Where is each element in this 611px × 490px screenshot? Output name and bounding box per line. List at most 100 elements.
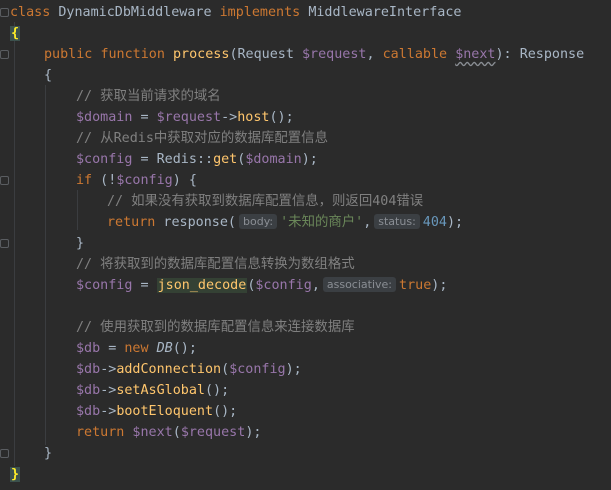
punctuation: ();: [213, 404, 238, 419]
operator: ->: [100, 362, 117, 377]
code-editor[interactable]: class DynamicDbMiddleware implements Mid…: [0, 0, 611, 490]
method-name: setAsGlobal: [116, 383, 205, 398]
code-line-3[interactable]: public function process(Request $request…: [44, 44, 584, 65]
code-line-14[interactable]: $config = json_decode($config, associativ…: [76, 275, 447, 296]
code-line-18[interactable]: $db->addConnection($config);: [76, 359, 302, 380]
indent-guide: [45, 85, 46, 445]
variable: $db: [76, 341, 101, 356]
punctuation: ,: [363, 215, 372, 230]
method-name: host: [237, 110, 270, 125]
method-name: get: [213, 152, 238, 167]
operator: ->: [100, 404, 117, 419]
fold-marker-icon[interactable]: [0, 239, 9, 248]
operator: =: [132, 278, 157, 293]
parameter-hint: status:: [374, 214, 420, 229]
fold-marker-icon[interactable]: [0, 50, 9, 59]
operator: =: [100, 341, 125, 356]
code-line-8[interactable]: $config = Redis::get($domain);: [76, 149, 318, 170]
function-call: response(: [155, 215, 236, 230]
fold-marker-icon[interactable]: [0, 449, 9, 458]
function-name: process: [173, 47, 230, 62]
class-name: DynamicDbMiddleware: [58, 5, 212, 20]
code-line-16[interactable]: // 使用获取到的数据库配置信息来连接数据库: [76, 317, 355, 338]
brace: {: [44, 68, 53, 83]
code-line-13[interactable]: // 将获取到的数据库配置信息转换为数组格式: [76, 254, 355, 275]
keyword: if: [76, 173, 93, 188]
keyword: callable: [382, 47, 448, 62]
operator: ->: [221, 110, 238, 125]
code-line-22[interactable]: }: [44, 443, 52, 464]
punctuation: ,: [311, 278, 320, 293]
keyword: public: [44, 47, 93, 62]
punctuation: (: [221, 362, 230, 377]
method-name: addConnection: [116, 362, 222, 377]
code-line-17[interactable]: $db = new DB();: [76, 338, 197, 359]
fold-marker-icon[interactable]: [0, 8, 9, 17]
variable: $config: [76, 152, 133, 167]
comment: // 使用获取到的数据库配置信息来连接数据库: [76, 320, 355, 335]
brace: }: [76, 236, 85, 251]
punctuation: );: [431, 278, 448, 293]
punctuation: ) {: [172, 173, 197, 188]
code-line-10[interactable]: // 如果没有获取到数据库配置信息，则返回404错误: [107, 191, 423, 212]
operator: =: [132, 152, 157, 167]
type-name: Request: [237, 47, 294, 62]
code-line-19[interactable]: $db->setAsGlobal();: [76, 380, 229, 401]
punctuation: ,: [366, 47, 383, 62]
code-line-1[interactable]: class DynamicDbMiddleware implements Mid…: [10, 2, 462, 23]
variable: $config: [76, 278, 133, 293]
variable: $next: [124, 425, 173, 440]
code-line-20[interactable]: $db->bootEloquent();: [76, 401, 237, 422]
matched-brace: }: [10, 467, 21, 482]
variable: $request: [302, 47, 367, 62]
method-name: bootEloquent: [116, 404, 214, 419]
punctuation: (: [229, 47, 238, 62]
punctuation: ();: [172, 341, 197, 356]
operator: ::: [196, 152, 214, 167]
comment: // 如果没有获取到数据库配置信息，则返回404错误: [107, 194, 424, 209]
code-line-2[interactable]: {: [10, 23, 21, 44]
indent-guide: [77, 190, 78, 230]
punctuation: ();: [269, 110, 294, 125]
variable: $request: [156, 110, 222, 125]
brace: }: [44, 446, 53, 461]
comment: // 从Redis中获取对应的数据库配置信息: [76, 131, 328, 146]
punctuation: (: [172, 425, 181, 440]
code-line-6[interactable]: $domain = $request->host();: [76, 107, 294, 128]
code-line-12[interactable]: }: [76, 233, 84, 254]
variable: $next: [455, 47, 496, 62]
punctuation: (!: [92, 173, 117, 188]
variable: $db: [76, 404, 101, 419]
type-name: Response: [519, 47, 585, 62]
code-line-9[interactable]: if (!$config) {: [76, 170, 197, 191]
fold-marker-icon[interactable]: [0, 176, 9, 185]
class-name: Redis: [156, 152, 197, 167]
punctuation: );: [285, 362, 302, 377]
string-literal: '未知的商户': [280, 215, 364, 230]
parameter-hint: associative:: [322, 277, 397, 292]
code-line-7[interactable]: // 从Redis中获取对应的数据库配置信息: [76, 128, 328, 149]
code-line-23[interactable]: }: [10, 464, 21, 485]
punctuation: );: [301, 152, 318, 167]
code-line-21[interactable]: return $next($request);: [76, 422, 261, 443]
punctuation: ();: [205, 383, 230, 398]
variable: $config: [255, 278, 312, 293]
variable: $request: [180, 425, 246, 440]
keyword: true: [399, 278, 432, 293]
comment: // 将获取到的数据库配置信息转换为数组格式: [76, 257, 355, 272]
punctuation: );: [245, 425, 262, 440]
variable: $db: [76, 362, 101, 377]
code-line-11[interactable]: return response(body: '未知的商户', status: 404)…: [107, 212, 463, 233]
operator: ->: [100, 383, 117, 398]
keyword: return: [76, 425, 125, 440]
variable: $domain: [76, 110, 133, 125]
variable: $config: [229, 362, 286, 377]
indent-guide: [14, 22, 15, 466]
keyword: implements: [219, 5, 301, 20]
code-line-5[interactable]: // 获取当前请求的域名: [76, 86, 221, 107]
punctuation: );: [446, 215, 464, 230]
variable: $db: [76, 383, 101, 398]
punctuation: ):: [495, 47, 520, 62]
class-name: DB: [148, 341, 173, 356]
code-line-4[interactable]: {: [44, 65, 52, 86]
